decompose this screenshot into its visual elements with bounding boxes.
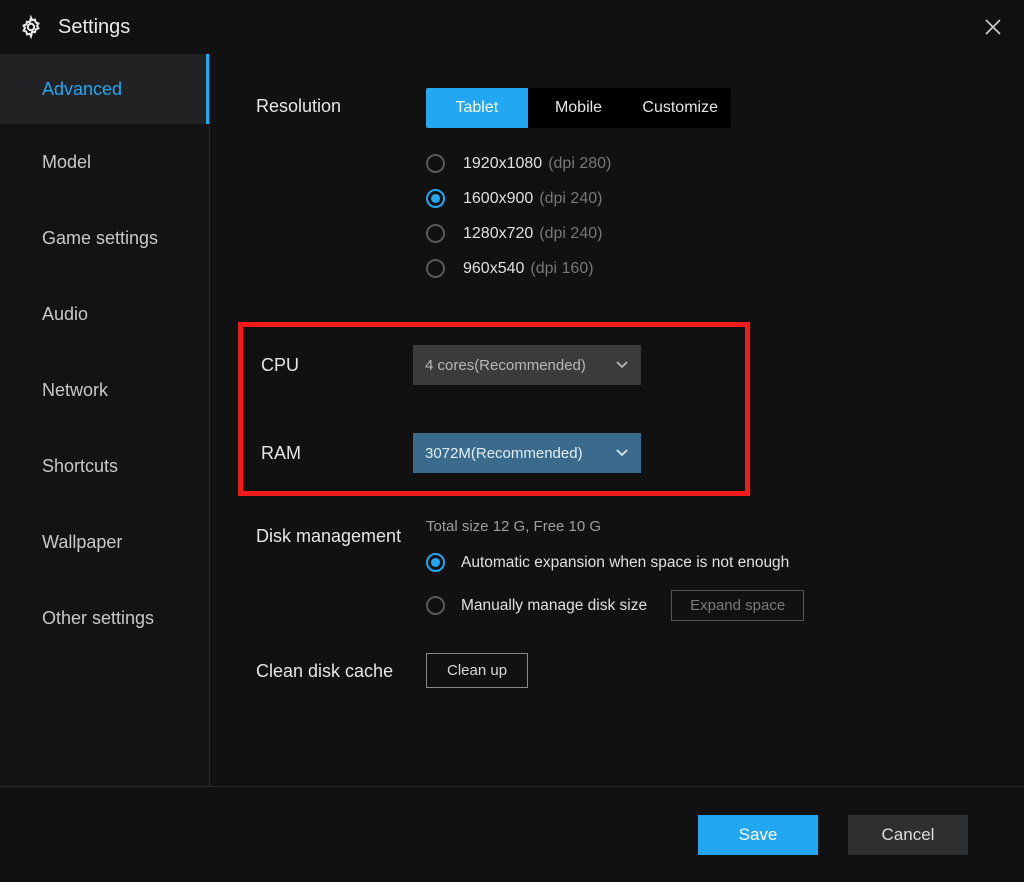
- resolution-body: Tablet Mobile Customize 1920x1080: [426, 88, 1014, 294]
- sidebar-item-advanced[interactable]: Advanced: [0, 54, 209, 124]
- tab-label: Mobile: [555, 99, 602, 117]
- disk-option-manual[interactable]: Manually manage disk size Expand space: [426, 590, 1014, 621]
- cpu-dropdown[interactable]: 4 cores(Recommended): [413, 345, 641, 385]
- tab-label: Customize: [642, 99, 718, 117]
- chevron-down-icon: [615, 358, 629, 372]
- sidebar-item-other-settings[interactable]: Other settings: [0, 580, 209, 656]
- resolution-value: 1600x900: [463, 190, 533, 208]
- disk-radio-list: Automatic expansion when space is not en…: [426, 553, 1014, 621]
- ram-value: 3072M(Recommended): [425, 445, 583, 462]
- sidebar-item-label: Wallpaper: [42, 532, 122, 553]
- sidebar-item-wallpaper[interactable]: Wallpaper: [0, 504, 209, 580]
- row-disk: Disk management Total size 12 G, Free 10…: [256, 518, 1014, 639]
- sidebar-item-model[interactable]: Model: [0, 124, 209, 200]
- disk-label: Disk management: [256, 518, 426, 548]
- resolution-option[interactable]: 1600x900 (dpi 240): [426, 189, 1014, 208]
- radio-icon: [426, 596, 445, 615]
- tab-mobile[interactable]: Mobile: [528, 88, 630, 128]
- sidebar-item-audio[interactable]: Audio: [0, 276, 209, 352]
- chevron-down-icon: [615, 446, 629, 460]
- footer: Save Cancel: [0, 786, 1024, 882]
- content-pane: Resolution Tablet Mobile Customize: [210, 54, 1024, 786]
- sidebar-item-shortcuts[interactable]: Shortcuts: [0, 428, 209, 504]
- close-icon: [983, 17, 1003, 37]
- tab-label: Tablet: [455, 99, 498, 117]
- body-area: Advanced Model Game settings Audio Netwo…: [0, 54, 1024, 786]
- tab-tablet[interactable]: Tablet: [426, 88, 528, 128]
- titlebar: Settings: [0, 0, 1024, 54]
- clean-up-button[interactable]: Clean up: [426, 653, 528, 688]
- radio-icon: [426, 189, 445, 208]
- sidebar-item-game-settings[interactable]: Game settings: [0, 200, 209, 276]
- tab-customize[interactable]: Customize: [629, 88, 731, 128]
- resolution-option[interactable]: 1920x1080 (dpi 280): [426, 154, 1014, 173]
- resolution-value: 960x540: [463, 260, 524, 278]
- disk-option-auto[interactable]: Automatic expansion when space is not en…: [426, 553, 1014, 572]
- sidebar-item-label: Other settings: [42, 608, 154, 629]
- disk-body: Total size 12 G, Free 10 G Automatic exp…: [426, 518, 1014, 639]
- close-button[interactable]: [980, 14, 1006, 40]
- radio-icon: [426, 154, 445, 173]
- expand-space-button[interactable]: Expand space: [671, 590, 804, 621]
- resolution-dpi: (dpi 280): [548, 155, 611, 173]
- resolution-dpi: (dpi 240): [539, 190, 602, 208]
- resolution-dpi: (dpi 160): [530, 260, 593, 278]
- radio-icon: [426, 553, 445, 572]
- sidebar-item-network[interactable]: Network: [0, 352, 209, 428]
- window-title: Settings: [58, 16, 130, 39]
- sidebar-item-label: Game settings: [42, 228, 158, 249]
- radio-icon: [426, 259, 445, 278]
- resolution-value: 1920x1080: [463, 155, 542, 173]
- disk-option-label: Manually manage disk size: [461, 597, 647, 615]
- resolution-option[interactable]: 1280x720 (dpi 240): [426, 224, 1014, 243]
- resolution-label: Resolution: [256, 88, 426, 118]
- resolution-option[interactable]: 960x540 (dpi 160): [426, 259, 1014, 278]
- row-cpu: CPU 4 cores(Recommended): [261, 345, 715, 385]
- resolution-radio-list: 1920x1080 (dpi 280) 1600x900 (dpi 240) 1…: [426, 154, 1014, 278]
- settings-window: Settings Advanced Model Game settings Au…: [0, 0, 1024, 882]
- sidebar: Advanced Model Game settings Audio Netwo…: [0, 54, 210, 786]
- row-resolution: Resolution Tablet Mobile Customize: [256, 88, 1014, 294]
- sidebar-item-label: Network: [42, 380, 108, 401]
- save-button[interactable]: Save: [698, 815, 818, 855]
- radio-icon: [426, 224, 445, 243]
- row-clean-cache: Clean disk cache Clean up: [256, 659, 1014, 683]
- cancel-button[interactable]: Cancel: [848, 815, 968, 855]
- sidebar-item-label: Audio: [42, 304, 88, 325]
- row-ram: RAM 3072M(Recommended): [261, 433, 715, 473]
- gear-icon: [18, 14, 44, 40]
- sidebar-item-label: Model: [42, 152, 91, 173]
- clean-cache-label: Clean disk cache: [256, 659, 426, 683]
- ram-dropdown[interactable]: 3072M(Recommended): [413, 433, 641, 473]
- resolution-tabs: Tablet Mobile Customize: [426, 88, 731, 128]
- highlight-box: CPU 4 cores(Recommended) RAM 3072M(Recom…: [238, 322, 750, 496]
- resolution-value: 1280x720: [463, 225, 533, 243]
- disk-status: Total size 12 G, Free 10 G: [426, 518, 1014, 535]
- sidebar-item-label: Shortcuts: [42, 456, 118, 477]
- sidebar-item-label: Advanced: [42, 79, 122, 100]
- resolution-dpi: (dpi 240): [539, 225, 602, 243]
- disk-option-label: Automatic expansion when space is not en…: [461, 554, 789, 572]
- cpu-label: CPU: [261, 355, 413, 376]
- ram-label: RAM: [261, 443, 413, 464]
- cpu-value: 4 cores(Recommended): [425, 357, 586, 374]
